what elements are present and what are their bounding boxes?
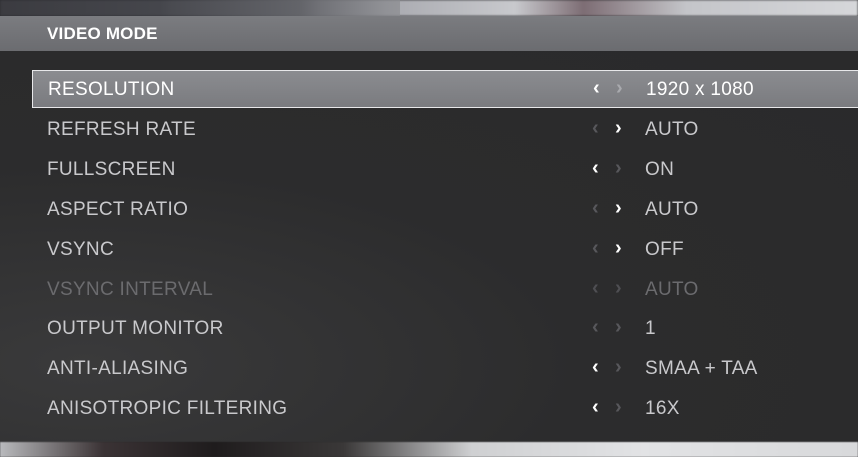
- chevron-right-icon: ›: [615, 396, 622, 418]
- chevron-right-icon: ›: [615, 157, 622, 179]
- setting-row-fullscreen[interactable]: FULLSCREEN ‹ › ON: [32, 150, 858, 188]
- setting-row-anisotropic-filtering[interactable]: ANISOTROPIC FILTERING ‹ › 16X: [32, 389, 858, 427]
- setting-label: FULLSCREEN: [47, 159, 176, 180]
- setting-value: ON: [645, 159, 675, 180]
- setting-value: AUTO: [645, 119, 699, 140]
- background-scene-bottom: [0, 442, 858, 457]
- setting-value: OFF: [645, 239, 684, 260]
- chevron-right-icon[interactable]: ›: [615, 196, 622, 220]
- setting-row-aspect-ratio[interactable]: ASPECT RATIO ‹ › AUTO: [32, 190, 858, 228]
- setting-label: RESOLUTION: [48, 79, 175, 100]
- setting-row-vsync-interval: VSYNC INTERVAL ‹ › AUTO: [32, 270, 858, 308]
- setting-value: AUTO: [645, 279, 699, 300]
- chevron-right-icon: ›: [615, 356, 622, 378]
- setting-label: ANISOTROPIC FILTERING: [47, 398, 288, 419]
- setting-value: 1: [645, 318, 656, 339]
- page-title: VIDEO MODE: [47, 24, 158, 43]
- setting-value: AUTO: [645, 199, 699, 220]
- chevron-right-icon[interactable]: ›: [615, 236, 622, 260]
- chevron-left-icon: ‹: [592, 277, 599, 299]
- setting-label: VSYNC: [47, 239, 114, 260]
- chevron-left-icon: ‹: [592, 197, 599, 219]
- setting-label: REFRESH RATE: [47, 119, 196, 140]
- background-scene-top-shade: [0, 0, 400, 16]
- chevron-left-icon[interactable]: ‹: [593, 76, 600, 100]
- setting-label: ASPECT RATIO: [47, 199, 189, 220]
- chevron-right-icon: ›: [615, 316, 622, 338]
- chevron-left-icon: ‹: [592, 117, 599, 139]
- setting-label: OUTPUT MONITOR: [47, 318, 224, 339]
- setting-value: SMAA + TAA: [645, 358, 758, 379]
- setting-row-anti-aliasing[interactable]: ANTI-ALIASING ‹ › SMAA + TAA: [32, 349, 858, 387]
- chevron-right-icon[interactable]: ›: [615, 116, 622, 140]
- setting-value: 16X: [645, 398, 680, 419]
- chevron-right-icon: ›: [615, 277, 622, 299]
- setting-value: 1920 x 1080: [646, 79, 754, 100]
- chevron-left-icon[interactable]: ‹: [592, 395, 599, 419]
- setting-row-refresh-rate[interactable]: REFRESH RATE ‹ › AUTO: [32, 110, 858, 148]
- chevron-left-icon[interactable]: ‹: [592, 156, 599, 180]
- chevron-left-icon: ‹: [592, 316, 599, 338]
- chevron-left-icon: ‹: [592, 237, 599, 259]
- video-mode-screen: VIDEO MODE RESOLUTION ‹ › 1920 x 1080 REFRES…: [0, 0, 858, 457]
- setting-row-resolution[interactable]: RESOLUTION ‹ › 1920 x 1080: [32, 70, 858, 108]
- setting-label: ANTI-ALIASING: [47, 358, 189, 379]
- setting-row-output-monitor[interactable]: OUTPUT MONITOR ‹ › 1: [32, 309, 858, 347]
- chevron-right-icon: ›: [616, 77, 623, 99]
- setting-label: VSYNC INTERVAL: [47, 279, 214, 300]
- setting-row-vsync[interactable]: VSYNC ‹ › OFF: [32, 230, 858, 268]
- chevron-left-icon[interactable]: ‹: [592, 355, 599, 379]
